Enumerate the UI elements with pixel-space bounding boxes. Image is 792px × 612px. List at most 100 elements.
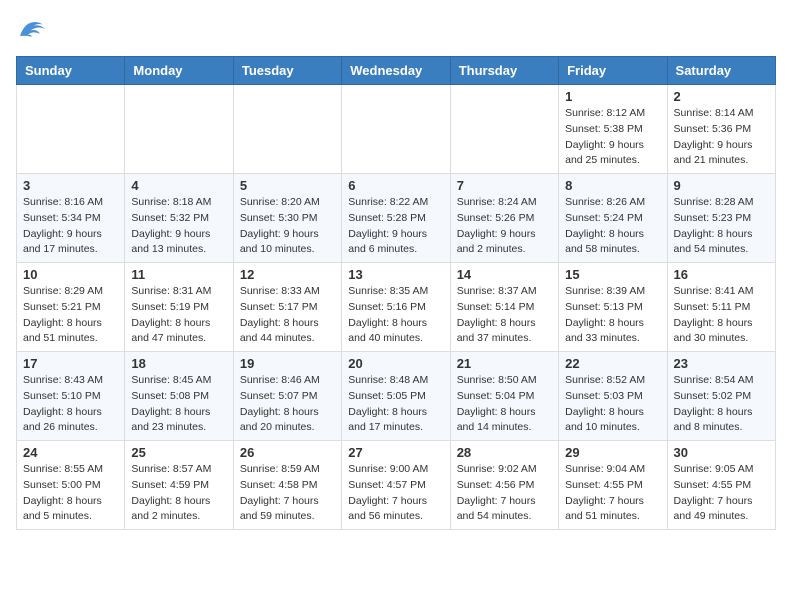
day-info: Sunrise: 8:54 AMSunset: 5:02 PMDaylight:… bbox=[674, 373, 769, 436]
calendar-header-saturday: Saturday bbox=[667, 57, 775, 85]
calendar-cell: 8 Sunrise: 8:26 AMSunset: 5:24 PMDaylight… bbox=[559, 174, 667, 263]
day-number: 8 bbox=[565, 178, 660, 193]
day-info: Sunrise: 8:48 AMSunset: 5:05 PMDaylight:… bbox=[348, 373, 443, 436]
calendar-week-row: 10 Sunrise: 8:29 AMSunset: 5:21 PMDayligh… bbox=[17, 263, 776, 352]
logo-bird-icon bbox=[16, 16, 48, 44]
day-number: 3 bbox=[23, 178, 118, 193]
calendar-cell: 11 Sunrise: 8:31 AMSunset: 5:19 PMDayligh… bbox=[125, 263, 233, 352]
day-info: Sunrise: 8:12 AMSunset: 5:38 PMDaylight:… bbox=[565, 106, 660, 169]
calendar-cell: 22 Sunrise: 8:52 AMSunset: 5:03 PMDayligh… bbox=[559, 352, 667, 441]
calendar-cell: 2Sunrise: 8:14 AMSunset: 5:36 PMDaylight… bbox=[667, 85, 775, 174]
calendar-cell: 16 Sunrise: 8:41 AMSunset: 5:11 PMDayligh… bbox=[667, 263, 775, 352]
header bbox=[16, 16, 776, 44]
day-number: 27 bbox=[348, 445, 443, 460]
day-number: 16 bbox=[674, 267, 769, 282]
day-number: 30 bbox=[674, 445, 769, 460]
calendar-header-monday: Monday bbox=[125, 57, 233, 85]
day-info: Sunrise: 8:52 AMSunset: 5:03 PMDaylight:… bbox=[565, 373, 660, 436]
calendar-cell: 17Sunrise: 8:43 AMSunset: 5:10 PMDayligh… bbox=[17, 352, 125, 441]
day-info: Sunrise: 9:04 AMSunset: 4:55 PMDaylight:… bbox=[565, 462, 660, 525]
calendar-cell: 4Sunrise: 8:18 AMSunset: 5:32 PMDaylight… bbox=[125, 174, 233, 263]
day-number: 25 bbox=[131, 445, 226, 460]
day-number: 17 bbox=[23, 356, 118, 371]
calendar-header-wednesday: Wednesday bbox=[342, 57, 450, 85]
calendar-cell: 3 Sunrise: 8:16 AMSunset: 5:34 PMDaylight… bbox=[17, 174, 125, 263]
calendar-cell: 27 Sunrise: 9:00 AMSunset: 4:57 PMDayligh… bbox=[342, 441, 450, 530]
day-number: 6 bbox=[348, 178, 443, 193]
day-number: 13 bbox=[348, 267, 443, 282]
day-info: Sunrise: 8:37 AMSunset: 5:14 PMDaylight:… bbox=[457, 284, 552, 347]
day-info: Sunrise: 8:57 AMSunset: 4:59 PMDaylight:… bbox=[131, 462, 226, 525]
day-info: Sunrise: 8:29 AMSunset: 5:21 PMDaylight:… bbox=[23, 284, 118, 347]
calendar-cell: 18Sunrise: 8:45 AMSunset: 5:08 PMDayligh… bbox=[125, 352, 233, 441]
day-info: Sunrise: 8:16 AMSunset: 5:34 PMDaylight:… bbox=[23, 195, 118, 258]
calendar-cell: 14 Sunrise: 8:37 AMSunset: 5:14 PMDayligh… bbox=[450, 263, 558, 352]
calendar-header-friday: Friday bbox=[559, 57, 667, 85]
day-number: 20 bbox=[348, 356, 443, 371]
calendar-header-row: SundayMondayTuesdayWednesdayThursdayFrid… bbox=[17, 57, 776, 85]
day-info: Sunrise: 8:33 AMSunset: 5:17 PMDaylight:… bbox=[240, 284, 335, 347]
day-number: 12 bbox=[240, 267, 335, 282]
day-info: Sunrise: 8:35 AMSunset: 5:16 PMDaylight:… bbox=[348, 284, 443, 347]
day-number: 14 bbox=[457, 267, 552, 282]
day-info: Sunrise: 8:31 AMSunset: 5:19 PMDaylight:… bbox=[131, 284, 226, 347]
day-number: 11 bbox=[131, 267, 226, 282]
day-number: 7 bbox=[457, 178, 552, 193]
day-number: 15 bbox=[565, 267, 660, 282]
calendar-cell: 10 Sunrise: 8:29 AMSunset: 5:21 PMDayligh… bbox=[17, 263, 125, 352]
calendar-week-row: 24Sunrise: 8:55 AMSunset: 5:00 PMDayligh… bbox=[17, 441, 776, 530]
calendar-cell: 23 Sunrise: 8:54 AMSunset: 5:02 PMDayligh… bbox=[667, 352, 775, 441]
calendar-cell: 15Sunrise: 8:39 AMSunset: 5:13 PMDayligh… bbox=[559, 263, 667, 352]
calendar-header-tuesday: Tuesday bbox=[233, 57, 341, 85]
day-info: Sunrise: 9:02 AMSunset: 4:56 PMDaylight:… bbox=[457, 462, 552, 525]
day-info: Sunrise: 9:00 AMSunset: 4:57 PMDaylight:… bbox=[348, 462, 443, 525]
calendar-header-thursday: Thursday bbox=[450, 57, 558, 85]
day-number: 26 bbox=[240, 445, 335, 460]
day-info: Sunrise: 8:59 AMSunset: 4:58 PMDaylight:… bbox=[240, 462, 335, 525]
calendar-cell: 7Sunrise: 8:24 AMSunset: 5:26 PMDaylight… bbox=[450, 174, 558, 263]
calendar-cell: 28 Sunrise: 9:02 AMSunset: 4:56 PMDayligh… bbox=[450, 441, 558, 530]
day-number: 10 bbox=[23, 267, 118, 282]
day-number: 1 bbox=[565, 89, 660, 104]
calendar-cell: 21 Sunrise: 8:50 AMSunset: 5:04 PMDayligh… bbox=[450, 352, 558, 441]
day-number: 18 bbox=[131, 356, 226, 371]
calendar-cell: 5 Sunrise: 8:20 AMSunset: 5:30 PMDaylight… bbox=[233, 174, 341, 263]
day-number: 24 bbox=[23, 445, 118, 460]
day-number: 2 bbox=[674, 89, 769, 104]
calendar-cell: 24Sunrise: 8:55 AMSunset: 5:00 PMDayligh… bbox=[17, 441, 125, 530]
calendar-cell bbox=[17, 85, 125, 174]
calendar-cell: 20 Sunrise: 8:48 AMSunset: 5:05 PMDayligh… bbox=[342, 352, 450, 441]
day-info: Sunrise: 8:41 AMSunset: 5:11 PMDaylight:… bbox=[674, 284, 769, 347]
day-number: 9 bbox=[674, 178, 769, 193]
calendar-week-row: 1 Sunrise: 8:12 AMSunset: 5:38 PMDaylight… bbox=[17, 85, 776, 174]
day-info: Sunrise: 8:28 AMSunset: 5:23 PMDaylight:… bbox=[674, 195, 769, 258]
calendar-cell bbox=[450, 85, 558, 174]
day-info: Sunrise: 8:26 AMSunset: 5:24 PMDaylight:… bbox=[565, 195, 660, 258]
day-info: Sunrise: 8:22 AMSunset: 5:28 PMDaylight:… bbox=[348, 195, 443, 258]
day-number: 22 bbox=[565, 356, 660, 371]
calendar-week-row: 17Sunrise: 8:43 AMSunset: 5:10 PMDayligh… bbox=[17, 352, 776, 441]
calendar-cell: 30 Sunrise: 9:05 AMSunset: 4:55 PMDayligh… bbox=[667, 441, 775, 530]
calendar-week-row: 3 Sunrise: 8:16 AMSunset: 5:34 PMDaylight… bbox=[17, 174, 776, 263]
day-number: 19 bbox=[240, 356, 335, 371]
calendar-cell: 12 Sunrise: 8:33 AMSunset: 5:17 PMDayligh… bbox=[233, 263, 341, 352]
calendar-cell bbox=[342, 85, 450, 174]
day-number: 28 bbox=[457, 445, 552, 460]
calendar-cell: 13 Sunrise: 8:35 AMSunset: 5:16 PMDayligh… bbox=[342, 263, 450, 352]
day-number: 29 bbox=[565, 445, 660, 460]
day-number: 5 bbox=[240, 178, 335, 193]
calendar-cell: 6 Sunrise: 8:22 AMSunset: 5:28 PMDaylight… bbox=[342, 174, 450, 263]
calendar-cell: 25 Sunrise: 8:57 AMSunset: 4:59 PMDayligh… bbox=[125, 441, 233, 530]
day-number: 21 bbox=[457, 356, 552, 371]
day-info: Sunrise: 8:20 AMSunset: 5:30 PMDaylight:… bbox=[240, 195, 335, 258]
calendar-cell: 9 Sunrise: 8:28 AMSunset: 5:23 PMDaylight… bbox=[667, 174, 775, 263]
calendar-cell: 26 Sunrise: 8:59 AMSunset: 4:58 PMDayligh… bbox=[233, 441, 341, 530]
day-info: Sunrise: 8:46 AMSunset: 5:07 PMDaylight:… bbox=[240, 373, 335, 436]
calendar: SundayMondayTuesdayWednesdayThursdayFrid… bbox=[16, 56, 776, 530]
day-info: Sunrise: 9:05 AMSunset: 4:55 PMDaylight:… bbox=[674, 462, 769, 525]
day-info: Sunrise: 8:18 AMSunset: 5:32 PMDaylight:… bbox=[131, 195, 226, 258]
day-info: Sunrise: 8:50 AMSunset: 5:04 PMDaylight:… bbox=[457, 373, 552, 436]
day-number: 23 bbox=[674, 356, 769, 371]
logo bbox=[16, 16, 52, 44]
calendar-cell: 19 Sunrise: 8:46 AMSunset: 5:07 PMDayligh… bbox=[233, 352, 341, 441]
